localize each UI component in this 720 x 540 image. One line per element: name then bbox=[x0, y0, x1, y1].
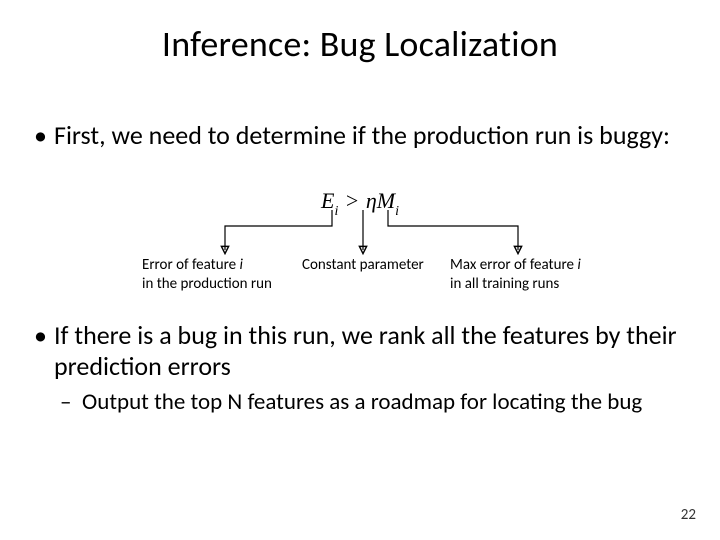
sub-list: Output the top N features as a roadmap f… bbox=[54, 389, 690, 417]
page-number: 22 bbox=[681, 506, 696, 524]
label-i: i bbox=[239, 256, 242, 274]
label-max-error: Max error of feature i in all training r… bbox=[450, 256, 620, 294]
label-text: Max error of feature bbox=[450, 256, 577, 274]
bullet-2: If there is a bug in this run, we rank a… bbox=[30, 320, 690, 417]
bullet-list: First, we need to determine if the produ… bbox=[30, 120, 690, 151]
body-top: First, we need to determine if the produ… bbox=[30, 120, 690, 165]
sub-bullet-1: Output the top N features as a roadmap f… bbox=[54, 389, 690, 417]
label-text: Error of feature bbox=[142, 256, 239, 274]
label-text: in the production run bbox=[142, 275, 272, 293]
label-i: i bbox=[577, 256, 580, 274]
slide: Inference: Bug Localization First, we ne… bbox=[0, 0, 720, 540]
bullet-list-2: If there is a bug in this run, we rank a… bbox=[30, 320, 690, 417]
label-constant: Constant parameter bbox=[302, 256, 452, 275]
bullet-2-text: If there is a bug in this run, we rank a… bbox=[54, 319, 677, 382]
label-text: in all training runs bbox=[450, 275, 559, 293]
bullet-1: First, we need to determine if the produ… bbox=[30, 120, 690, 151]
label-error-feature: Error of feature i in the production run bbox=[142, 256, 312, 294]
slide-title: Inference: Bug Localization bbox=[0, 22, 720, 66]
body-bottom: If there is a bug in this run, we rank a… bbox=[30, 320, 690, 431]
